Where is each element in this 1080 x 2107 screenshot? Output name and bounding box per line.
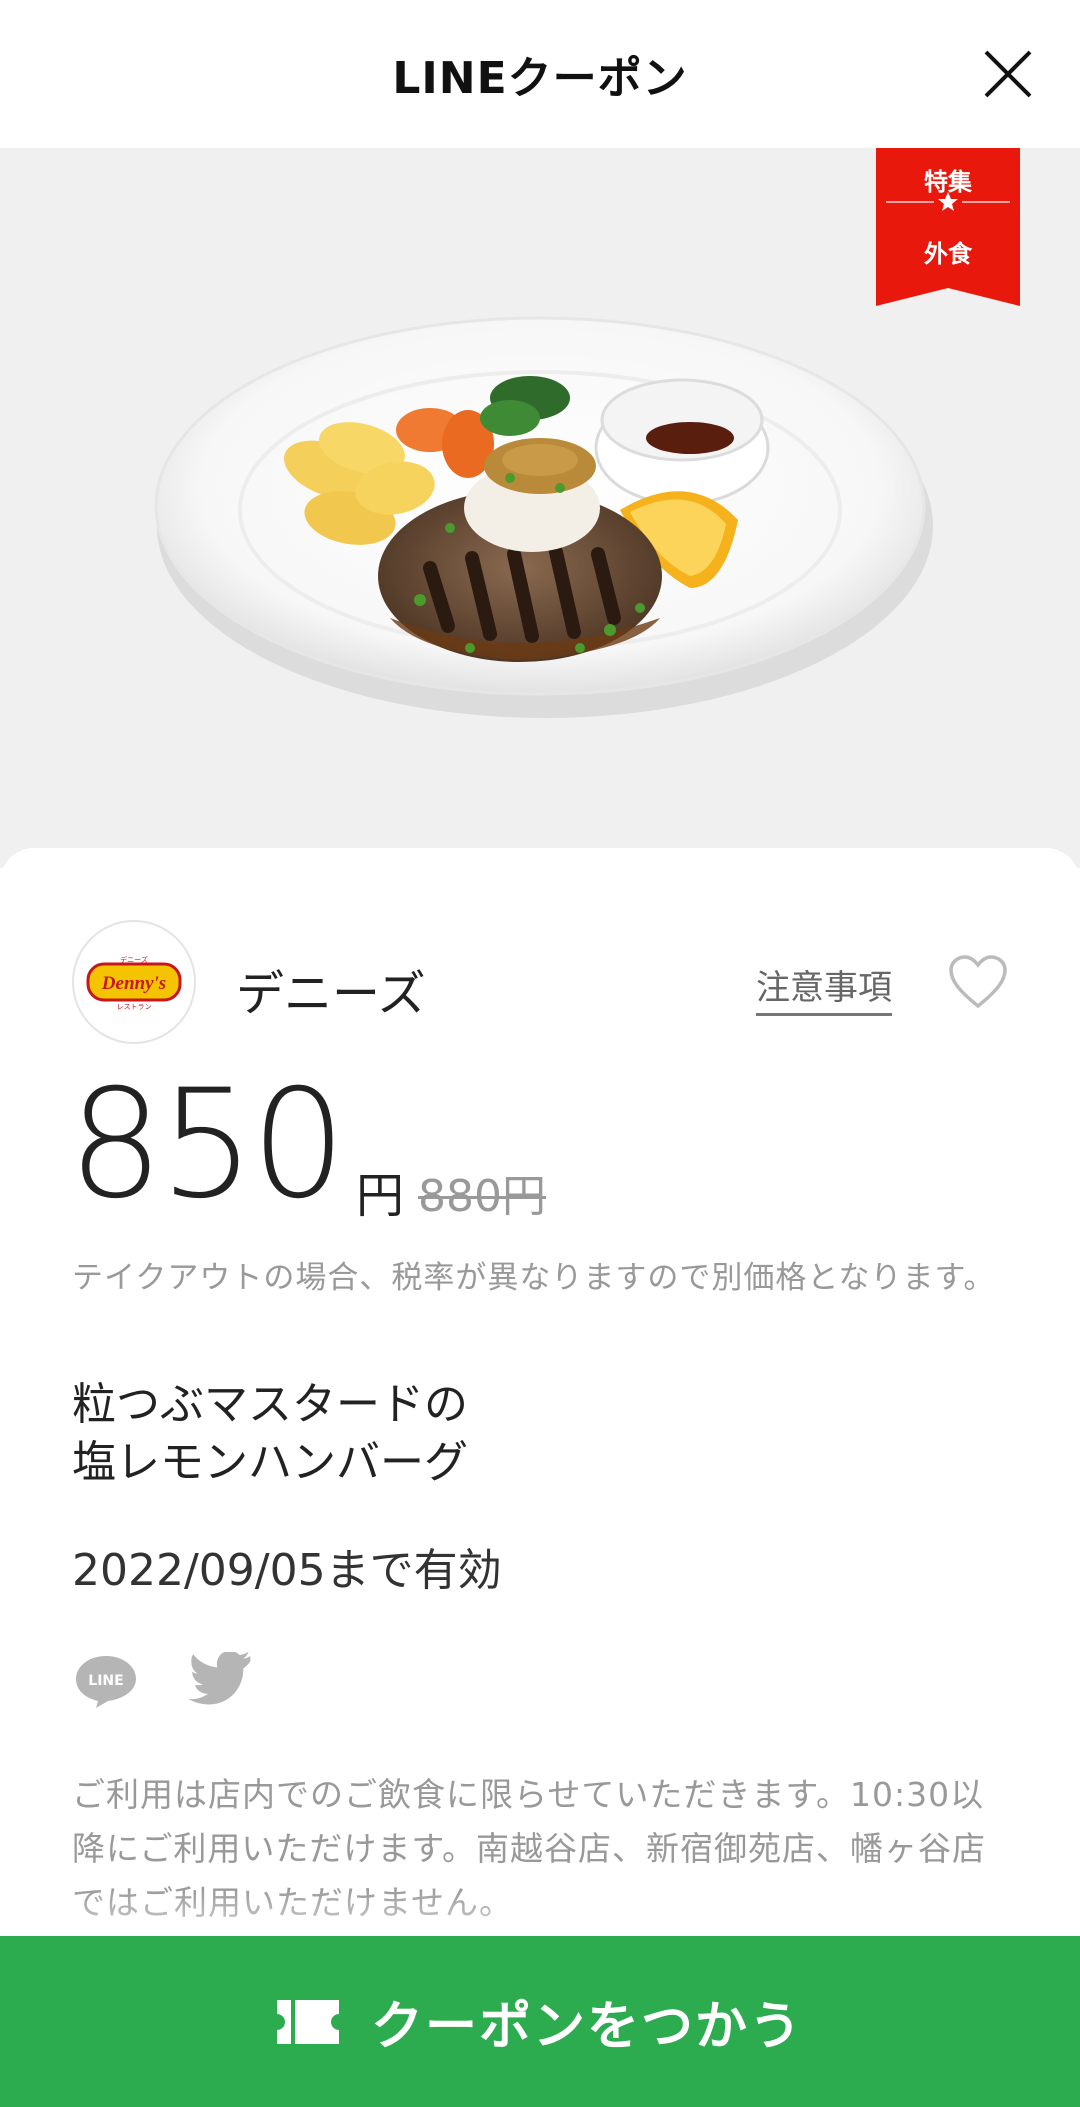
- validity-date: 2022/09/05まで有効: [72, 1545, 502, 1596]
- header-bar: LINEクーポン: [0, 0, 1080, 148]
- badge-label-top: 特集: [924, 168, 972, 196]
- price-unit: 円: [356, 1168, 405, 1224]
- brand-logo-text: Denny's: [101, 973, 166, 994]
- brand-logo-bottom-text: レストラン: [117, 1003, 152, 1011]
- feature-badge: 特集 外食: [876, 148, 1020, 306]
- twitter-icon[interactable]: [188, 1652, 256, 1710]
- tax-note: テイクアウトの場合、税率が異なりますので別価格となります。: [72, 1260, 996, 1296]
- notes-link[interactable]: 注意事項: [756, 960, 892, 1016]
- ticket-icon: [276, 1999, 339, 2044]
- coupon-card: Denny's デニーズ レストラン デニーズ 注意事項 850 円 880円 …: [0, 848, 1080, 2107]
- use-coupon-label: クーポンをつかう: [370, 1997, 803, 2057]
- brand-logo: Denny's デニーズ レストラン: [72, 920, 196, 1044]
- discount-price: 850: [68, 1058, 346, 1232]
- product-name: 粒つぶマスタードの 塩レモンハンバーグ: [72, 1379, 468, 1488]
- brand-name: デニーズ: [236, 966, 426, 1022]
- brand-logo-top-text: デニーズ: [120, 955, 148, 964]
- close-icon[interactable]: [978, 44, 1038, 104]
- line-share-label: LINE: [88, 1673, 123, 1689]
- page-title: LINEクーポン: [392, 53, 688, 104]
- use-coupon-button[interactable]: クーポンをつかう: [0, 1936, 1080, 2107]
- product-image: 特集 外食: [0, 148, 1080, 868]
- badge-label-bottom: 外食: [924, 240, 972, 268]
- heart-icon[interactable]: [948, 954, 1008, 1010]
- line-share-icon[interactable]: LINE: [72, 1652, 140, 1710]
- original-price: 880円: [418, 1171, 546, 1222]
